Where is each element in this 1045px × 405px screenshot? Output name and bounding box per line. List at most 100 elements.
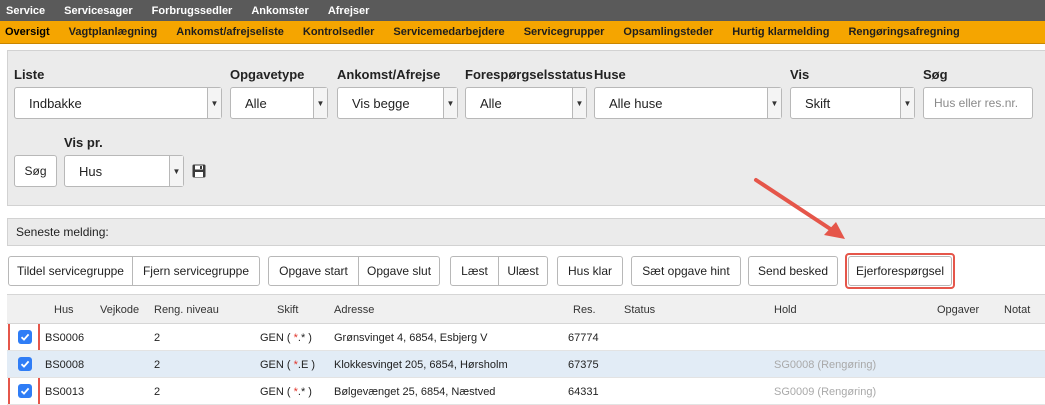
action-group-read: Læst Ulæst (450, 256, 548, 286)
huse-select[interactable]: Alle huse ▼ (594, 87, 782, 119)
top-navigation: Service Servicesager Forbrugssedler Anko… (0, 0, 1045, 21)
ankomst-afrejse-value: Vis begge (352, 95, 410, 111)
search-input[interactable] (923, 87, 1033, 119)
cell-reng-niveau: 2 (154, 359, 161, 371)
chevron-down-icon: ▼ (207, 88, 221, 118)
col-vejkode[interactable]: Vejkode (100, 304, 139, 316)
cell-hold: SG0008 (Rengøring) (774, 359, 877, 371)
subnav-rengoeringsafregning[interactable]: Rengøringsafregning (848, 26, 959, 38)
latest-message-label: Seneste melding: (16, 225, 109, 239)
subnav-hurtig-klarmelding[interactable]: Hurtig klarmelding (732, 26, 829, 38)
cell-res: 64331 (568, 386, 599, 398)
vis-pr-select[interactable]: Hus ▼ (64, 155, 184, 187)
topnav-service[interactable]: Service (6, 5, 45, 17)
col-skift[interactable]: Skift (277, 304, 298, 316)
subnav-oversigt[interactable]: Oversigt (5, 26, 50, 38)
row-checkbox[interactable] (18, 357, 32, 371)
table-row[interactable]: BS0008 2 GEN ( *.E ) Klokkesvinget 205, … (7, 351, 1045, 378)
table-row[interactable]: BS0006 2 GEN ( *.* ) Grønsvinget 4, 6854… (7, 324, 1045, 351)
row-checkbox[interactable] (18, 330, 32, 344)
set-task-hint-button[interactable]: Sæt opgave hint (631, 256, 741, 286)
cell-reng-niveau: 2 (154, 386, 161, 398)
task-start-button[interactable]: Opgave start (268, 256, 359, 286)
send-message-button[interactable]: Send besked (748, 256, 838, 286)
col-reng-niveau[interactable]: Reng. niveau (154, 304, 219, 316)
liste-select[interactable]: Indbakke ▼ (14, 87, 222, 119)
col-notat[interactable]: Notat (1004, 304, 1030, 316)
vis-pr-value: Hus (79, 163, 103, 179)
mark-unread-button[interactable]: Ulæst (498, 256, 548, 286)
chevron-down-icon: ▼ (572, 88, 586, 118)
vis-pr-label: Vis pr. (64, 135, 103, 150)
action-group-task: Opgave start Opgave slut (268, 256, 440, 286)
assign-servicegroup-button[interactable]: Tildel servicegruppe (8, 256, 133, 286)
col-status[interactable]: Status (624, 304, 655, 316)
forespoergselsstatus-select[interactable]: Alle ▼ (465, 87, 587, 119)
cell-skift: GEN ( *.* ) (260, 332, 312, 344)
cell-hus: BS0013 (45, 386, 85, 398)
ankomst-afrejse-select[interactable]: Vis begge ▼ (337, 87, 458, 119)
chevron-down-icon: ▼ (169, 156, 183, 186)
opgavetype-select[interactable]: Alle ▼ (230, 87, 328, 119)
checkmark-icon (20, 360, 30, 368)
table-row[interactable]: BS0013 2 GEN ( *.* ) Bølgevænget 25, 685… (7, 378, 1045, 405)
subnav-servicegrupper[interactable]: Servicegrupper (524, 26, 605, 38)
cell-adresse: Klokkesvinget 205, 6854, Hørsholm (334, 359, 508, 371)
action-group-servicegroup: Tildel servicegruppe Fjern servicegruppe (8, 256, 260, 286)
subnav-opsamlingsteder[interactable]: Opsamlingsteder (623, 26, 713, 38)
skift-suffix: .E ) (297, 359, 316, 371)
row-checkbox[interactable] (18, 384, 32, 398)
subnav-servicemedarbejdere[interactable]: Servicemedarbejdere (393, 26, 504, 38)
task-end-button[interactable]: Opgave slut (358, 256, 440, 286)
cell-res: 67375 (568, 359, 599, 371)
subnav-kontrolsedler[interactable]: Kontrolsedler (303, 26, 375, 38)
filter-panel: Liste Indbakke ▼ Opgavetype Alle ▼ Ankom… (7, 50, 1045, 206)
topnav-forbrugssedler[interactable]: Forbrugssedler (152, 5, 233, 17)
huse-label: Huse (594, 67, 626, 82)
sub-navigation: Oversigt Vagtplanlægning Ankomst/afrejse… (0, 21, 1045, 44)
skift-prefix: GEN ( (260, 386, 294, 398)
action-group-message: Send besked (748, 256, 838, 286)
opgavetype-value: Alle (245, 95, 267, 111)
col-res[interactable]: Res. (573, 304, 596, 316)
liste-value: Indbakke (29, 95, 82, 111)
cell-skift: GEN ( *.* ) (260, 386, 312, 398)
col-adresse[interactable]: Adresse (334, 304, 374, 316)
col-hold[interactable]: Hold (774, 304, 797, 316)
owner-inquiry-highlight (845, 253, 955, 289)
search-button[interactable]: Søg (14, 155, 57, 187)
checkmark-icon (20, 387, 30, 395)
checkmark-icon (20, 333, 30, 341)
chevron-down-icon: ▼ (313, 88, 327, 118)
forespoergselsstatus-value: Alle (480, 95, 502, 111)
chevron-down-icon: ▼ (443, 88, 457, 118)
chevron-down-icon: ▼ (900, 88, 914, 118)
save-icon[interactable] (192, 164, 206, 178)
topnav-afrejser[interactable]: Afrejser (328, 5, 370, 17)
latest-message-bar: Seneste melding: (7, 218, 1045, 246)
mark-read-button[interactable]: Læst (450, 256, 499, 286)
house-ready-button[interactable]: Hus klar (557, 256, 623, 286)
liste-label: Liste (14, 67, 45, 82)
remove-servicegroup-button[interactable]: Fjern servicegruppe (132, 256, 260, 286)
cell-hus: BS0006 (45, 332, 85, 344)
opgavetype-label: Opgavetype (230, 67, 305, 82)
col-hus[interactable]: Hus (54, 304, 74, 316)
forespoergselsstatus-label: Forespørgselsstatus (465, 67, 593, 82)
subnav-ankomst-afrejseliste[interactable]: Ankomst/afrejseliste (176, 26, 284, 38)
subnav-vagtplanlaegning[interactable]: Vagtplanlægning (69, 26, 158, 38)
cell-hus: BS0008 (45, 359, 85, 371)
action-group-house-ready: Hus klar (557, 256, 623, 286)
cell-adresse: Bølgevænget 25, 6854, Næstved (334, 386, 496, 398)
skift-prefix: GEN ( (260, 332, 294, 344)
chevron-down-icon: ▼ (767, 88, 781, 118)
col-opgaver[interactable]: Opgaver (937, 304, 979, 316)
topnav-ankomster[interactable]: Ankomster (251, 5, 308, 17)
soeg-label: Søg (923, 67, 948, 82)
skift-suffix: .* ) (297, 386, 312, 398)
vis-label: Vis (790, 67, 810, 82)
topnav-servicesager[interactable]: Servicesager (64, 5, 133, 17)
annotation-arrow-icon (754, 178, 845, 239)
skift-prefix: GEN ( (260, 359, 294, 371)
vis-select[interactable]: Skift ▼ (790, 87, 915, 119)
